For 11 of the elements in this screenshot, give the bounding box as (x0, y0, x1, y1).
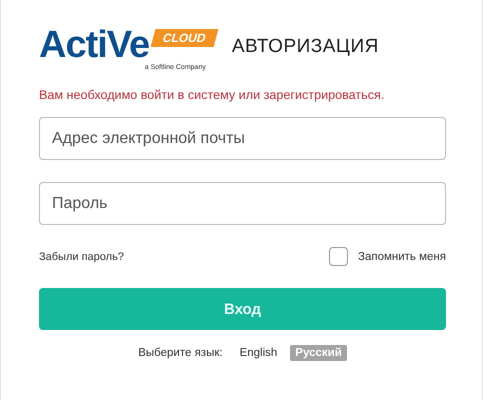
email-field[interactable]: Адрес электронной почты (39, 117, 446, 160)
remember-label: Запомнить меня (358, 250, 446, 262)
page-title: АВТОРИЗАЦИЯ (232, 36, 379, 58)
password-field[interactable]: Пароль (39, 182, 446, 225)
language-option[interactable]: English (234, 345, 282, 361)
error-message: Вам необходимо войти в систему или зарегистрироваться. (39, 88, 386, 102)
forgot-password-link[interactable]: Забыли пароль? (39, 250, 124, 262)
logo-badge: CLOUD (150, 29, 218, 47)
language-label: Выберите язык: (138, 347, 223, 359)
logo-wordmark: ActiVe (39, 28, 150, 62)
remember-checkbox[interactable] (329, 247, 348, 266)
